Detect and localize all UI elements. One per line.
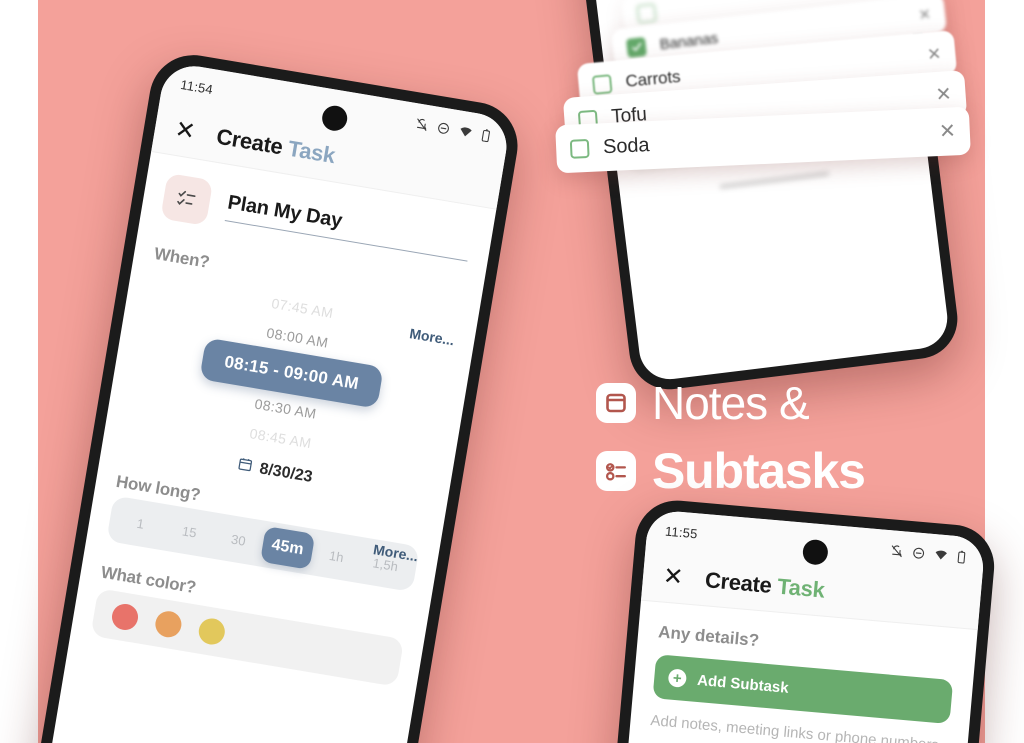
brand-text-notes: Notes & — [652, 377, 810, 429]
status-icons — [890, 544, 967, 564]
checkbox-icon[interactable] — [569, 138, 590, 159]
remove-icon[interactable]: ✕ — [926, 44, 942, 64]
color-swatch[interactable] — [153, 609, 184, 640]
do-not-disturb-icon — [912, 546, 926, 560]
camera-punchhole — [320, 103, 350, 133]
bell-off-icon — [890, 544, 904, 558]
color-swatch[interactable] — [110, 602, 140, 632]
do-not-disturb-icon — [436, 120, 451, 135]
bottom-right-phone-mockup: 11:55 ✕ Create Task Any details? + Add S… — [602, 497, 998, 743]
page-title-primary: Create — [704, 566, 773, 598]
status-icons — [414, 117, 491, 142]
checklist-icon — [160, 172, 214, 226]
status-time: 11:55 — [664, 523, 699, 541]
task-title-field[interactable]: Plan My Day — [224, 191, 473, 262]
battery-icon — [480, 128, 491, 142]
battery-icon — [956, 550, 966, 564]
wifi-icon — [458, 124, 474, 139]
date-value: 8/30/23 — [258, 460, 314, 486]
duration-option[interactable]: 1 — [115, 512, 166, 535]
remove-icon[interactable]: ✕ — [939, 120, 957, 143]
bottom-right-phone-screen: 11:55 ✕ Create Task Any details? + Add S… — [614, 509, 986, 743]
checkbox-icon[interactable] — [591, 73, 613, 95]
status-time: 11:54 — [179, 76, 215, 97]
add-subtask-label: Add Subtask — [696, 671, 790, 697]
task-title-value: Plan My Day — [226, 191, 344, 233]
brand-line-notes: Notes & — [596, 376, 865, 430]
camera-punchhole — [801, 538, 829, 566]
page-title-accent: Task — [776, 573, 826, 603]
brand-text-subtasks: Subtasks — [652, 443, 866, 499]
plus-icon: + — [667, 668, 688, 688]
close-icon[interactable]: ✕ — [662, 562, 684, 591]
close-icon[interactable]: ✕ — [173, 115, 197, 145]
page-title-accent: Task — [286, 135, 338, 168]
remove-icon[interactable]: ✕ — [935, 83, 952, 105]
wifi-icon — [934, 548, 949, 562]
duration-option[interactable]: 30 — [213, 528, 264, 551]
page-title: Create Task — [215, 123, 337, 168]
list-item-label: Soda — [602, 133, 650, 158]
duration-option-selected[interactable]: 45m — [260, 526, 315, 570]
checklist-icon — [596, 451, 636, 491]
page-title-primary: Create — [214, 123, 285, 159]
note-icon — [596, 383, 636, 423]
brand-lockup: Notes & Subtasks — [596, 376, 866, 500]
add-subtask-button[interactable]: + Add Subtask — [652, 654, 954, 725]
brand-line-subtasks: Subtasks — [596, 442, 866, 500]
checkbox-icon[interactable] — [625, 36, 647, 58]
main-content: Plan My Day When? More... 07:45 AM 08:00… — [71, 152, 497, 690]
color-swatch[interactable] — [196, 616, 227, 647]
checkbox-icon[interactable] — [635, 2, 658, 24]
calendar-icon — [236, 456, 254, 478]
screenshot-stage: 11:54 ✕ Create Task Plan My Day When? Mo… — [0, 0, 1024, 743]
remove-icon[interactable]: ✕ — [918, 5, 932, 23]
bell-off-icon — [414, 117, 429, 132]
home-indicator — [719, 171, 830, 189]
duration-option[interactable]: 15 — [164, 520, 215, 543]
duration-option[interactable]: 1h — [311, 545, 362, 568]
page-title: Create Task — [704, 567, 826, 603]
